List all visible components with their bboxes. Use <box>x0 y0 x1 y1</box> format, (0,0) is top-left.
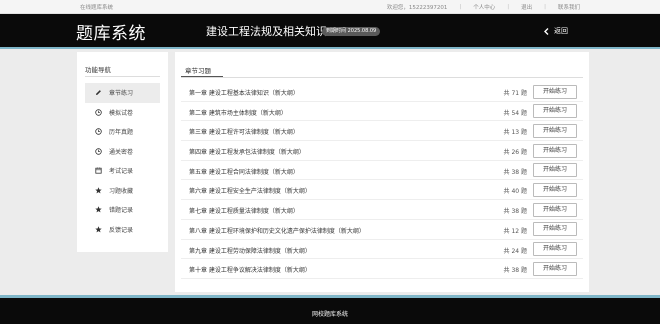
star-icon <box>93 187 103 194</box>
start-practice-button[interactable]: 开始练习 <box>533 202 577 217</box>
footer-text: 网校题库系统 <box>311 311 348 318</box>
chapter-name: 第四章 建设工程发承包法律制度（新大纲） <box>189 149 305 157</box>
header-accent-line <box>0 47 660 49</box>
separator: | <box>507 4 510 10</box>
header: 题库系统 建设工程法规及相关知识 到期时间 2025.08.09 返回 <box>0 14 660 47</box>
list-item: 第一章 建设工程基本法律知识（新大纲） 共 71 题 开始练习 <box>181 82 583 102</box>
sidebar-item-wrong-answers[interactable]: 错题记录 <box>85 200 160 220</box>
question-count: 共 54 题 <box>503 109 527 117</box>
clock-icon <box>93 109 103 116</box>
calendar-icon <box>93 167 103 174</box>
sidebar-item-label: 章节练习 <box>109 90 134 98</box>
start-practice-button[interactable]: 开始练习 <box>533 261 577 276</box>
sidebar-item-label: 历年真题 <box>109 129 134 137</box>
clock-icon <box>93 128 103 135</box>
star-icon <box>93 206 103 213</box>
chapter-name: 第二章 建筑市场主体制度（新大纲） <box>189 109 287 117</box>
logo[interactable]: 题库系统 <box>76 19 146 44</box>
sidebar-nav: 章节练习 模拟试卷 历年真题 通关密卷 考试记录 习题收藏 错题记录 反馈记录 <box>85 83 160 239</box>
tab-chapter-exercises[interactable]: 章节习题 <box>185 65 211 75</box>
question-count: 共 26 题 <box>503 149 527 157</box>
start-practice-button[interactable]: 开始练习 <box>533 84 577 99</box>
chapter-name: 第十章 建设工程争议解决法律制度（新大纲） <box>189 267 311 275</box>
welcome-text: 欢迎您，15222397201 <box>386 5 448 11</box>
contact-link[interactable]: 联系我们 <box>558 3 580 11</box>
divider <box>181 77 583 78</box>
sidebar-item-label: 通关密卷 <box>109 148 134 156</box>
expiry-badge: 到期时间 2025.08.09 <box>322 27 381 36</box>
list-item: 第二章 建筑市场主体制度（新大纲） 共 54 题 开始练习 <box>181 102 583 122</box>
sidebar-item-secret-papers[interactable]: 通关密卷 <box>85 142 160 162</box>
sidebar-item-exam-records[interactable]: 考试记录 <box>85 161 160 181</box>
start-practice-button[interactable]: 开始练习 <box>533 123 577 138</box>
chapter-name: 第八章 建设工程环境保护和历史文化遗产保护法律制度（新大纲） <box>189 227 365 235</box>
list-item: 第三章 建设工程许可法律制度（新大纲） 共 13 题 开始练习 <box>181 121 583 142</box>
question-count: 共 38 题 <box>503 168 527 176</box>
question-count: 共 71 题 <box>503 90 527 97</box>
sidebar-item-label: 考试记录 <box>109 168 134 176</box>
chevron-left-icon <box>544 27 549 35</box>
list-item: 第五章 建设工程合同法律制度（新大纲） 共 38 题 开始练习 <box>181 161 583 181</box>
subject-title: 建设工程法规及相关知识 <box>206 25 327 38</box>
logout-link[interactable]: 退出 <box>521 3 532 11</box>
sidebar-item-mock-exam[interactable]: 模拟试卷 <box>85 103 160 123</box>
sidebar-item-favorites[interactable]: 习题收藏 <box>85 181 160 201</box>
back-button[interactable]: 返回 <box>544 26 568 36</box>
sidebar-item-chapter-practice[interactable]: 章节练习 <box>85 83 160 103</box>
list-item: 第四章 建设工程发承包法律制度（新大纲） 共 26 题 开始练习 <box>181 141 583 161</box>
sidebar: 功能导航 章节练习 模拟试卷 历年真题 通关密卷 考试记录 习题收藏 错题记录 … <box>77 52 168 252</box>
start-practice-button[interactable]: 开始练习 <box>533 182 577 197</box>
chapter-name: 第三章 建设工程许可法律制度（新大纲） <box>189 129 299 137</box>
sidebar-item-past-exams[interactable]: 历年真题 <box>85 122 160 142</box>
top-links: 欢迎您，15222397201 | 个人中心 | 退出 | 联系我们 <box>387 3 580 11</box>
chapter-name: 第七章 建设工程质量法律制度（新大纲） <box>189 208 299 216</box>
start-practice-button[interactable]: 开始练习 <box>533 222 577 237</box>
main-panel: 章节习题 第一章 建设工程基本法律知识（新大纲） 共 71 题 开始练习 第二章… <box>175 52 589 292</box>
sidebar-item-feedback[interactable]: 反馈记录 <box>85 220 160 240</box>
chapter-name: 第五章 建设工程合同法律制度（新大纲） <box>189 168 299 176</box>
separator: | <box>459 4 462 10</box>
question-count: 共 38 题 <box>503 208 527 216</box>
list-item: 第八章 建设工程环境保护和历史文化遗产保护法律制度（新大纲） 共 12 题 开始… <box>181 220 583 240</box>
question-count: 共 38 题 <box>503 267 527 275</box>
sidebar-item-label: 模拟试卷 <box>109 109 134 117</box>
start-practice-button[interactable]: 开始练习 <box>533 242 577 256</box>
question-count: 共 12 题 <box>503 227 527 235</box>
question-count: 共 13 题 <box>503 129 527 137</box>
sidebar-title: 功能导航 <box>85 66 111 74</box>
star-icon <box>93 226 103 233</box>
question-count: 共 40 题 <box>503 188 527 196</box>
question-count: 共 24 题 <box>503 247 527 255</box>
pencil-icon <box>93 89 103 96</box>
sidebar-item-label: 反馈记录 <box>109 226 134 234</box>
list-item: 第十章 建设工程争议解决法律制度（新大纲） 共 38 题 开始练习 <box>181 259 583 279</box>
list-item: 第六章 建设工程安全生产法律制度（新大纲） 共 40 题 开始练习 <box>181 180 583 201</box>
site-name: 在线题库系统 <box>80 5 114 11</box>
separator: | <box>544 4 546 10</box>
sidebar-item-label: 习题收藏 <box>109 187 134 195</box>
chapter-list: 第一章 建设工程基本法律知识（新大纲） 共 71 题 开始练习 第二章 建筑市场… <box>181 82 583 279</box>
start-practice-button[interactable]: 开始练习 <box>533 143 577 158</box>
clock-icon <box>93 148 103 155</box>
chapter-name: 第一章 建设工程基本法律知识（新大纲） <box>189 90 299 97</box>
list-item: 第七章 建设工程质量法律制度（新大纲） 共 38 题 开始练习 <box>181 200 583 220</box>
sidebar-item-label: 错题记录 <box>109 207 134 215</box>
footer: 网校题库系统 <box>0 298 660 324</box>
chapter-name: 第六章 建设工程安全生产法律制度（新大纲） <box>189 188 311 196</box>
back-label: 返回 <box>554 27 568 35</box>
list-item: 第九章 建设工程劳动保障法律制度（新大纲） 共 24 题 开始练习 <box>181 240 583 260</box>
top-bar: 在线题库系统 欢迎您，15222397201 | 个人中心 | 退出 | 联系我… <box>0 0 660 14</box>
divider <box>85 76 160 77</box>
start-practice-button[interactable]: 开始练习 <box>533 104 577 119</box>
chapter-name: 第九章 建设工程劳动保障法律制度（新大纲） <box>189 247 311 255</box>
start-practice-button[interactable]: 开始练习 <box>533 163 577 178</box>
personal-center-link[interactable]: 个人中心 <box>473 3 495 11</box>
